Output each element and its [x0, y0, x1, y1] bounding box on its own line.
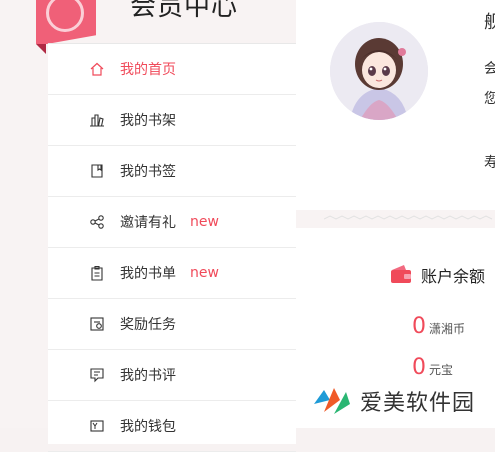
divider-zigzag	[324, 215, 493, 220]
sidebar-item-booklist[interactable]: 我的书单 new	[48, 248, 296, 299]
sidebar-item-label: 我的钱包	[120, 419, 176, 435]
task-icon	[86, 316, 108, 332]
sidebar-item-wallet[interactable]: 我的钱包	[48, 401, 296, 452]
sidebar-item-label: 邀请有礼	[120, 215, 176, 231]
page-title: 会员中心	[130, 0, 239, 22]
badge-fold	[36, 44, 46, 54]
sidebar-item-label: 我的书评	[120, 368, 176, 384]
sidebar-item-label: 奖励任务	[120, 317, 176, 333]
profile-line: 您	[484, 91, 495, 107]
watermark: 爱美软件园	[312, 384, 475, 418]
balance-row: 0 元宝	[412, 355, 453, 380]
sidebar-item-bookmark[interactable]: 我的书签	[48, 146, 296, 197]
sidebar-item-label: 我的书签	[120, 164, 176, 180]
user-avatar-icon	[46, 0, 84, 32]
booklist-icon	[86, 265, 108, 281]
user-name: 舰	[484, 12, 495, 33]
avatar-illustration	[330, 22, 428, 120]
balance-value: 0	[412, 355, 426, 380]
balance-unit: 潇湘币	[429, 322, 466, 336]
balance-row: 0 潇湘币	[412, 314, 465, 339]
account-title: 账户余额	[421, 267, 486, 286]
sidebar-menu: 我的首页 我的书架 我的书签 邀请有礼 new 我的书单 new 奖励任务 我的…	[48, 43, 296, 452]
sidebar-item-invite[interactable]: 邀请有礼 new	[48, 197, 296, 248]
new-badge: new	[190, 214, 219, 230]
sidebar-item-tasks[interactable]: 奖励任务	[48, 299, 296, 350]
sidebar-item-home[interactable]: 我的首页	[48, 44, 296, 95]
bookshelf-icon	[86, 112, 108, 128]
sidebar-item-bookshelf[interactable]: 我的书架	[48, 95, 296, 146]
profile-line: 会	[484, 61, 495, 77]
share-icon	[86, 214, 108, 230]
wallet-icon	[391, 265, 411, 283]
sidebar-item-label: 我的首页	[120, 62, 176, 78]
wallet-icon	[86, 418, 108, 434]
watermark-logo-icon	[314, 388, 350, 414]
home-icon	[86, 61, 108, 77]
sidebar-item-reviews[interactable]: 我的书评	[48, 350, 296, 401]
balance-value: 0	[412, 314, 426, 339]
review-icon	[86, 367, 108, 383]
sidebar-item-label: 我的书单	[120, 266, 176, 282]
sidebar-item-label: 我的书架	[120, 113, 176, 129]
new-badge: new	[190, 265, 219, 281]
watermark-text: 爱美软件园	[360, 391, 476, 416]
profile-avatar[interactable]	[330, 22, 428, 120]
profile-line: 寿	[484, 155, 495, 171]
bookmark-icon	[86, 163, 108, 179]
balance-unit: 元宝	[429, 363, 454, 377]
